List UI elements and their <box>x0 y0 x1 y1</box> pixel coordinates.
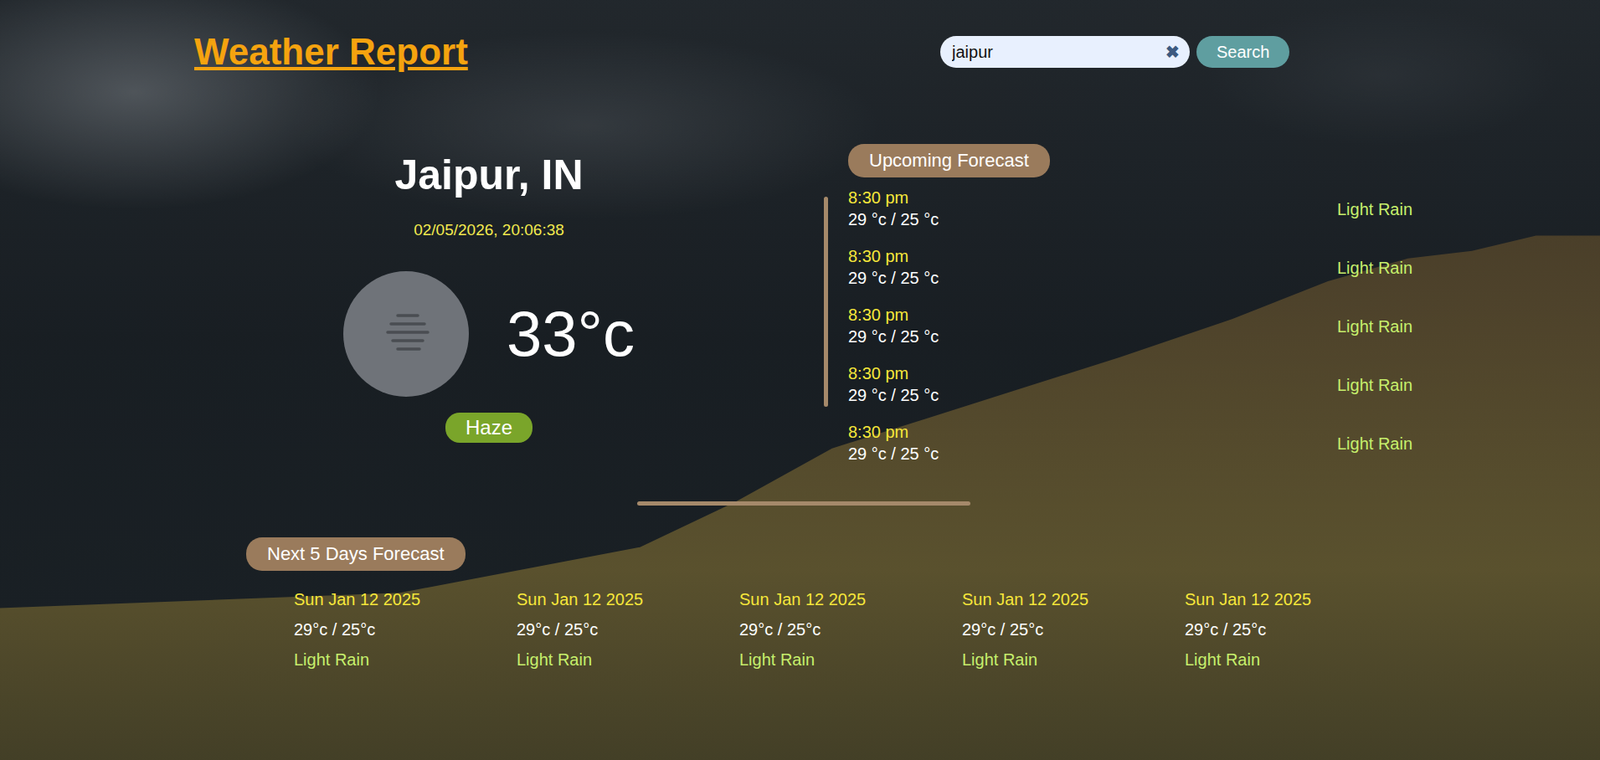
forecast-row: 8:30 pm29 °c / 25 °cLight Rain <box>848 304 1413 349</box>
upcoming-title: Upcoming Forecast <box>848 144 1050 178</box>
day-date: Sun Jan 12 2025 <box>1184 589 1408 610</box>
forecast-temp: 29 °c / 25 °c <box>848 442 1338 466</box>
forecast-time: 8:30 pm <box>848 363 1338 384</box>
day-temp: 29°c / 25°c <box>962 619 1185 640</box>
daily-forecast: Next 5 Days Forecast Sun Jan 12 2025 29°c … <box>0 537 1600 670</box>
day-description: Light Rain <box>962 649 1185 670</box>
day-description: Light Rain <box>516 649 740 670</box>
search-bar: ✖ Search <box>940 36 1600 68</box>
forecast-description: Light Rain <box>1337 200 1413 220</box>
current-row: 33°c <box>343 271 635 397</box>
day-description: Light Rain <box>1184 649 1408 670</box>
daily-title: Next 5 Days Forecast <box>246 537 466 572</box>
forecast-row: 8:30 pm29 °c / 25 °cLight Rain <box>848 246 1413 290</box>
forecast-time: 8:30 pm <box>848 421 1338 443</box>
search-button[interactable]: Search <box>1196 36 1290 68</box>
forecast-time-temp: 8:30 pm29 °c / 25 °c <box>848 187 1338 232</box>
day-card: Sun Jan 12 2025 29°c / 25°c Light Rain <box>293 589 517 670</box>
current-weather: Jaipur, IN 02/05/2026, 20:06:38 33°c Haze <box>326 133 652 466</box>
day-card: Sun Jan 12 2025 29°c / 25°c Light Rain <box>1184 589 1408 670</box>
day-card: Sun Jan 12 2025 29°c / 25°c Light Rain <box>739 589 963 670</box>
day-temp: 29°c / 25°c <box>1184 619 1408 640</box>
forecast-time: 8:30 pm <box>848 187 1338 208</box>
location-name: Jaipur, IN <box>394 150 583 200</box>
forecast-temp: 29 °c / 25 °c <box>848 324 1338 349</box>
day-card: Sun Jan 12 2025 29°c / 25°c Light Rain <box>516 589 740 670</box>
main-section: Jaipur, IN 02/05/2026, 20:06:38 33°c Haze Up… <box>0 133 1600 466</box>
forecast-description: Light Rain <box>1337 258 1413 278</box>
forecast-time-temp: 8:30 pm29 °c / 25 °c <box>848 421 1338 466</box>
condition-badge: Haze <box>445 412 533 443</box>
forecast-time: 8:30 pm <box>848 304 1338 325</box>
upcoming-forecast: Upcoming Forecast8:30 pm29 °c / 25 °cLig… <box>823 133 1413 466</box>
forecast-description: Light Rain <box>1337 317 1413 337</box>
section-divider <box>637 501 971 506</box>
daily-cards: Sun Jan 12 202529°c / 25°cLight RainSun … <box>246 589 1600 670</box>
day-description: Light Rain <box>293 649 517 670</box>
forecast-row: 8:30 pm29 °c / 25 °cLight Rain <box>848 421 1413 466</box>
haze-icon <box>343 271 469 397</box>
forecast-temp: 29 °c / 25 °c <box>848 266 1338 290</box>
upcoming-list: 8:30 pm29 °c / 25 °cLight Rain8:30 pm29 … <box>848 187 1413 466</box>
day-date: Sun Jan 12 2025 <box>739 589 963 610</box>
date-time: 02/05/2026, 20:06:38 <box>413 220 565 241</box>
day-card: Sun Jan 12 2025 29°c / 25°c Light Rain <box>962 589 1185 670</box>
day-date: Sun Jan 12 2025 <box>516 589 740 610</box>
day-temp: 29°c / 25°c <box>293 619 517 640</box>
forecast-temp: 29 °c / 25 °c <box>848 383 1338 407</box>
forecast-description: Light Rain <box>1337 375 1413 396</box>
forecast-time-temp: 8:30 pm29 °c / 25 °c <box>848 304 1338 349</box>
day-temp: 29°c / 25°c <box>739 619 963 640</box>
forecast-time-temp: 8:30 pm29 °c / 25 °c <box>848 246 1338 290</box>
forecast-time-temp: 8:30 pm29 °c / 25 °c <box>848 363 1338 407</box>
current-temperature: 33°c <box>506 302 635 366</box>
header: Weather Report✖Search <box>0 0 1600 66</box>
day-temp: 29°c / 25°c <box>516 619 740 640</box>
day-date: Sun Jan 12 2025 <box>962 589 1185 610</box>
forecast-row: 8:30 pm29 °c / 25 °cLight Rain <box>848 187 1413 232</box>
app-title: Weather Report <box>194 31 941 73</box>
search-input[interactable] <box>950 41 1166 63</box>
divider-line <box>823 196 829 407</box>
page: Weather Report ✖ Search Jaipur, IN 02/05/202… <box>0 0 1600 670</box>
forecast-time: 8:30 pm <box>848 246 1338 267</box>
day-description: Light Rain <box>739 649 963 670</box>
clear-icon[interactable]: ✖ <box>1165 43 1180 61</box>
forecast-description: Light Rain <box>1337 434 1413 454</box>
day-date: Sun Jan 12 2025 <box>293 589 517 610</box>
forecast-row: 8:30 pm29 °c / 25 °cLight Rain <box>848 363 1413 407</box>
upcoming-wrap: 8:30 pm29 °c / 25 °cLight Rain8:30 pm29 … <box>823 177 1413 466</box>
search-field[interactable]: ✖ <box>940 36 1190 68</box>
forecast-temp: 29 °c / 25 °c <box>848 207 1338 232</box>
